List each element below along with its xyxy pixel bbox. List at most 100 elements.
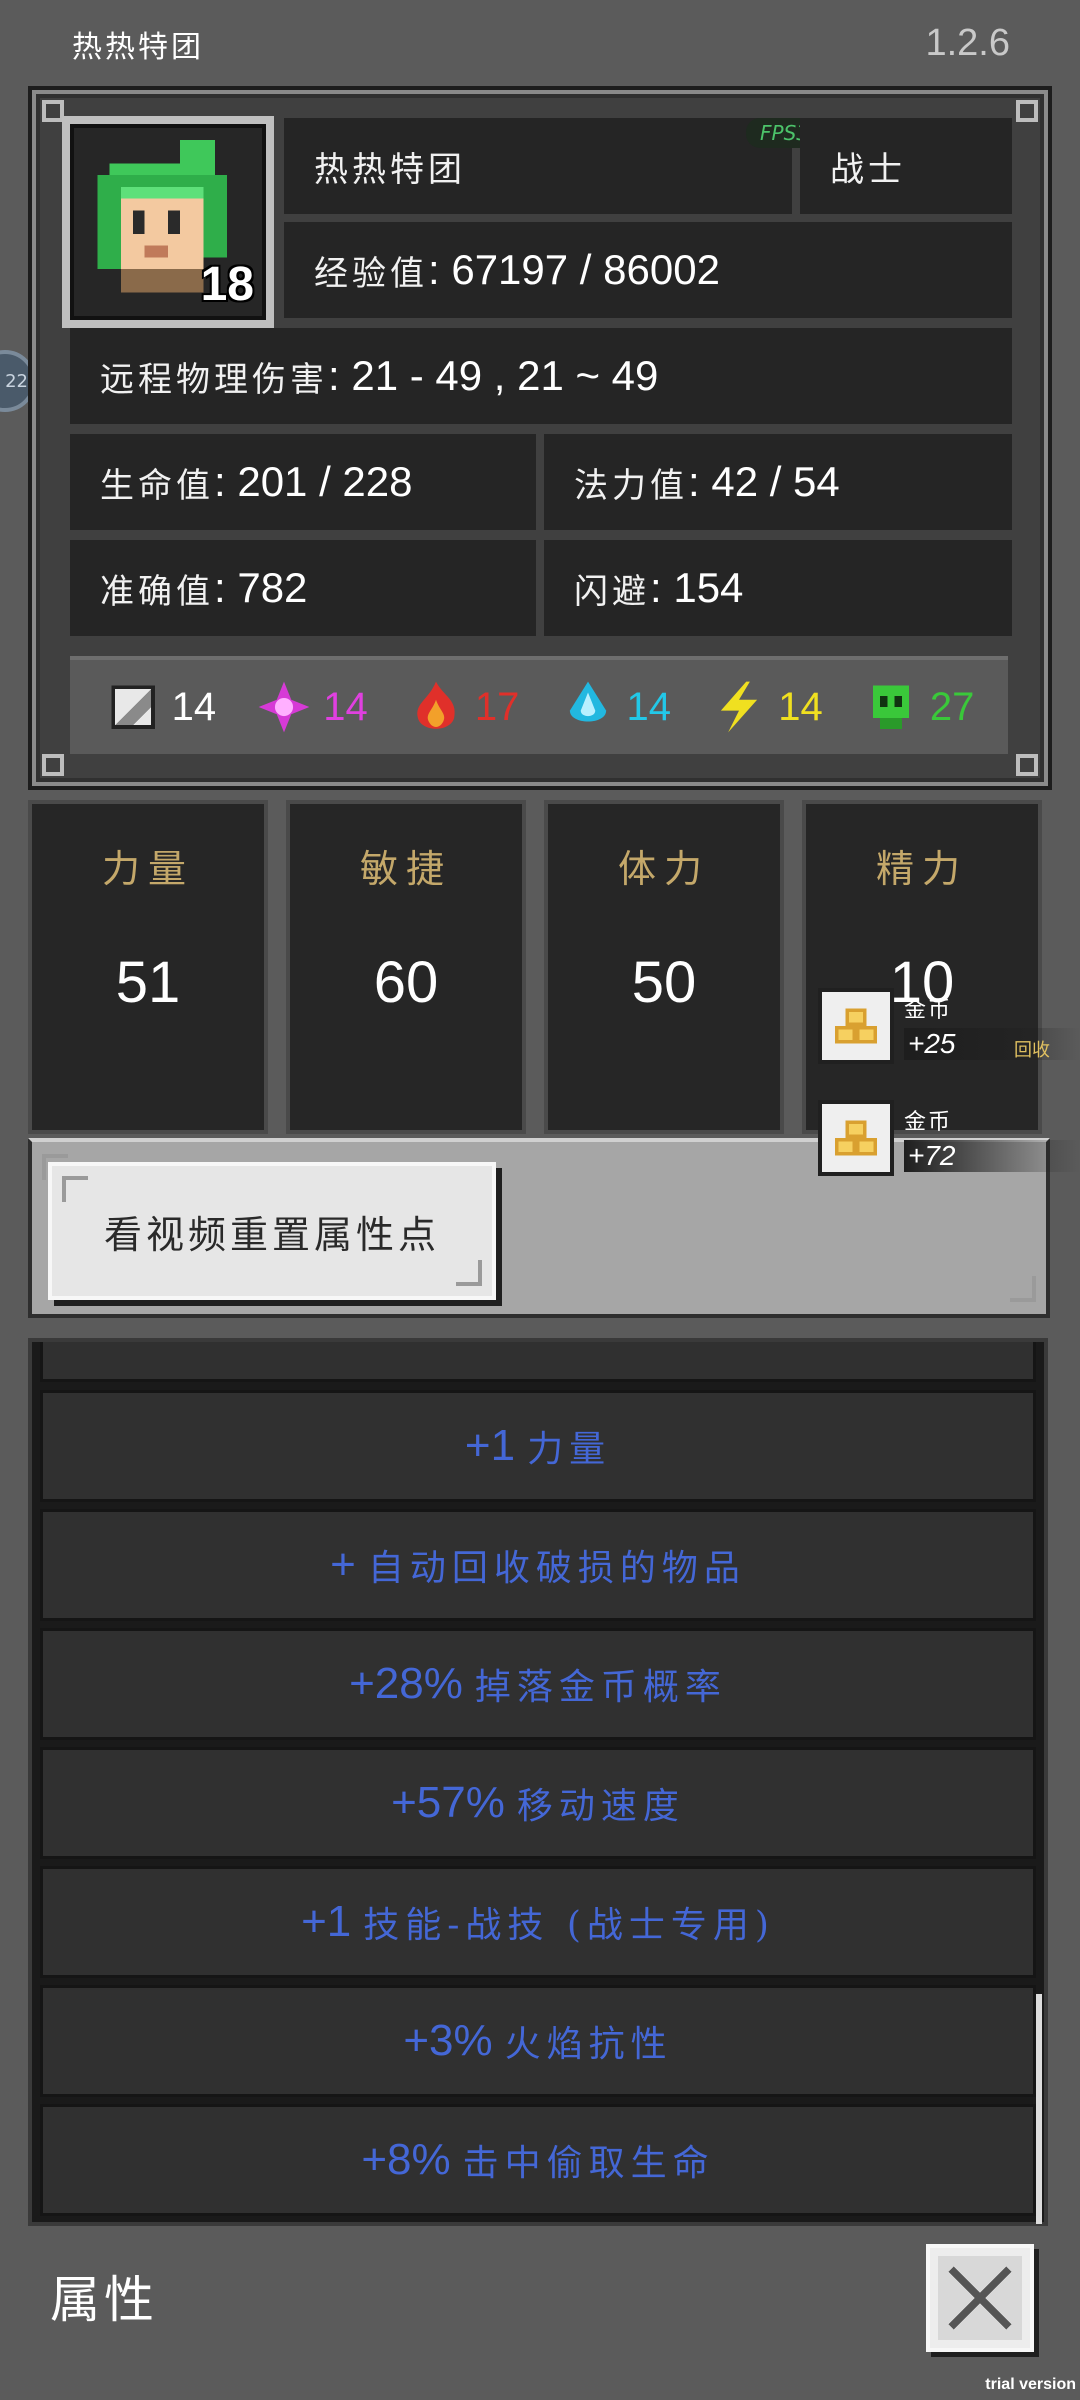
attribute-stamina[interactable]: 体力 50 — [544, 800, 784, 1134]
bonus-value: + — [330, 1540, 356, 1589]
list-item: +1 力量 — [40, 1390, 1036, 1502]
physical-icon — [110, 685, 155, 729]
resistance-value: 14 — [323, 684, 368, 729]
bonus-text: 击中偷取生命 — [462, 2143, 715, 2184]
character-class: 战士 — [830, 149, 906, 190]
dodge-label: 闪避 — [574, 571, 650, 612]
damage-label: 远程物理伤害 — [100, 359, 328, 400]
accuracy-cell: 准确值 : 782 — [70, 540, 536, 636]
resistance-value: 27 — [929, 684, 975, 729]
bonus-text: 技能-战技 (战士专用) — [363, 1905, 775, 1946]
bonus-text: 自动回收破损的物品 — [367, 1548, 746, 1589]
exp-cell: 经验值 : 67197 / 86002 — [284, 222, 1012, 318]
loot-amount: +72 — [904, 1140, 1080, 1172]
bonus-text: 力量 — [527, 1429, 612, 1470]
close-icon — [938, 2256, 1022, 2340]
mp-cell: 法力值 : 42 / 54 — [544, 434, 1012, 530]
hp-value: : 201 / 228 — [214, 458, 413, 505]
bonus-value: +28% — [349, 1659, 463, 1708]
hp-label: 生命值 — [100, 465, 214, 506]
corner-bracket — [62, 1176, 88, 1202]
list-item: +3% 火焰抗性 — [40, 1985, 1036, 2097]
attribute-energy[interactable]: 精力 10 — [802, 800, 1042, 1134]
gold-coin-icon — [818, 988, 894, 1064]
accuracy-label: 准确值 — [100, 571, 214, 612]
attribute-name: 力量 — [101, 847, 194, 891]
character-stats-panel: 18 热热特团 FPS30 战士 经验值 : 67197 / 86002 远程物… — [28, 86, 1052, 790]
poison-icon — [872, 685, 909, 729]
corner-bracket — [456, 1260, 482, 1286]
list-scrollbar[interactable] — [1036, 1994, 1042, 2224]
attribute-strength[interactable]: 力量 51 — [28, 800, 268, 1134]
name-cell: 热热特团 — [284, 118, 792, 214]
attribute-value: 60 — [373, 950, 439, 1015]
bonus-value: +3% — [403, 2016, 493, 2065]
attribute-name: 精力 — [875, 847, 968, 891]
list-item: +1 技能-战技 (战士专用) — [40, 1866, 1036, 1978]
reset-attributes-button[interactable]: 看视频重置属性点 — [48, 1162, 496, 1300]
attribute-value: 50 — [631, 950, 697, 1015]
resistance-magic: 14 — [255, 678, 368, 736]
bonus-value: +57% — [391, 1778, 505, 1827]
close-button[interactable] — [926, 2244, 1034, 2352]
attribute-name: 体力 — [617, 847, 710, 891]
resistance-value: 14 — [171, 684, 217, 729]
panel-corner-decoration — [1016, 100, 1038, 122]
loot-amount: +25 — [904, 1028, 1080, 1060]
level-number: 18 — [200, 258, 254, 311]
mp-value: : 42 / 54 — [688, 458, 840, 505]
loot-name: 金币 — [904, 998, 953, 1023]
page-title: 属性 — [50, 2271, 158, 2329]
bonus-value: +8% — [361, 2135, 451, 2184]
resistance-fire: 17 — [407, 678, 520, 736]
reset-button-label: 看视频重置属性点 — [103, 1212, 440, 1257]
resistance-ice: 14 — [559, 678, 672, 736]
panel-corner-decoration — [1016, 754, 1038, 776]
resistance-lightning: 14 — [710, 678, 823, 736]
panel-corner-decoration — [42, 754, 64, 776]
avatar[interactable]: 18 — [62, 116, 274, 328]
class-cell: 战士 — [800, 118, 1012, 214]
damage-value: : 21 - 49 , 21 ~ 49 — [328, 352, 659, 399]
magic-icon — [258, 681, 310, 733]
damage-cell: 远程物理伤害 : 21 - 49 , 21 ~ 49 — [70, 328, 1012, 424]
recycle-label: 回收 — [1014, 1040, 1050, 1061]
dodge-value: : 154 — [650, 564, 744, 611]
resistance-value: 14 — [778, 684, 823, 729]
list-item: +28% 掉落金币概率 — [40, 1628, 1036, 1740]
gold-coin-icon — [818, 1100, 894, 1176]
attribute-agility[interactable]: 敏捷 60 — [286, 800, 526, 1134]
resistance-physical: 14 — [104, 678, 217, 736]
lightning-icon — [721, 681, 758, 733]
corner-bracket — [1010, 1276, 1036, 1302]
bonus-text: 移动速度 — [516, 1786, 685, 1827]
version-label: 1.2.6 — [925, 22, 1010, 64]
bonus-list[interactable]: +1 力量 + 自动回收破损的物品 +28% 掉落金币概率 +57% 移动速度 … — [28, 1338, 1048, 2226]
trial-watermark: trial version — [985, 2376, 1076, 2393]
bonus-text: 火焰抗性 — [504, 2024, 673, 2065]
resistance-value: 14 — [626, 684, 672, 729]
list-item: + 自动回收破损的物品 — [40, 1509, 1036, 1621]
resistance-value: 17 — [474, 684, 520, 729]
ice-icon — [569, 681, 606, 722]
list-item-partial — [40, 1342, 1036, 1382]
list-item: +57% 移动速度 — [40, 1747, 1036, 1859]
loot-name: 金币 — [904, 1110, 953, 1135]
bonus-value: +1 — [301, 1897, 352, 1946]
bonus-text: 掉落金币概率 — [474, 1667, 727, 1708]
attribute-name: 敏捷 — [359, 847, 452, 891]
exp-label: 经验值 — [314, 253, 428, 294]
player-name-header: 热热特团 — [72, 30, 204, 65]
accuracy-value: : 782 — [214, 564, 308, 611]
hp-cell: 生命值 : 201 / 228 — [70, 434, 536, 530]
character-name: 热热特团 — [314, 149, 466, 190]
bonus-value: +1 — [464, 1421, 516, 1470]
attribute-value: 51 — [115, 950, 181, 1015]
resistance-poison: 27 — [862, 678, 975, 736]
loot-notification: 金币 +72 — [818, 1100, 1080, 1176]
dodge-cell: 闪避 : 154 — [544, 540, 1012, 636]
resistance-row: 14 14 17 14 14 27 — [70, 656, 1008, 754]
panel-corner-decoration — [42, 100, 64, 122]
fire-icon — [417, 681, 455, 729]
exp-value: : 67197 / 86002 — [428, 246, 720, 293]
